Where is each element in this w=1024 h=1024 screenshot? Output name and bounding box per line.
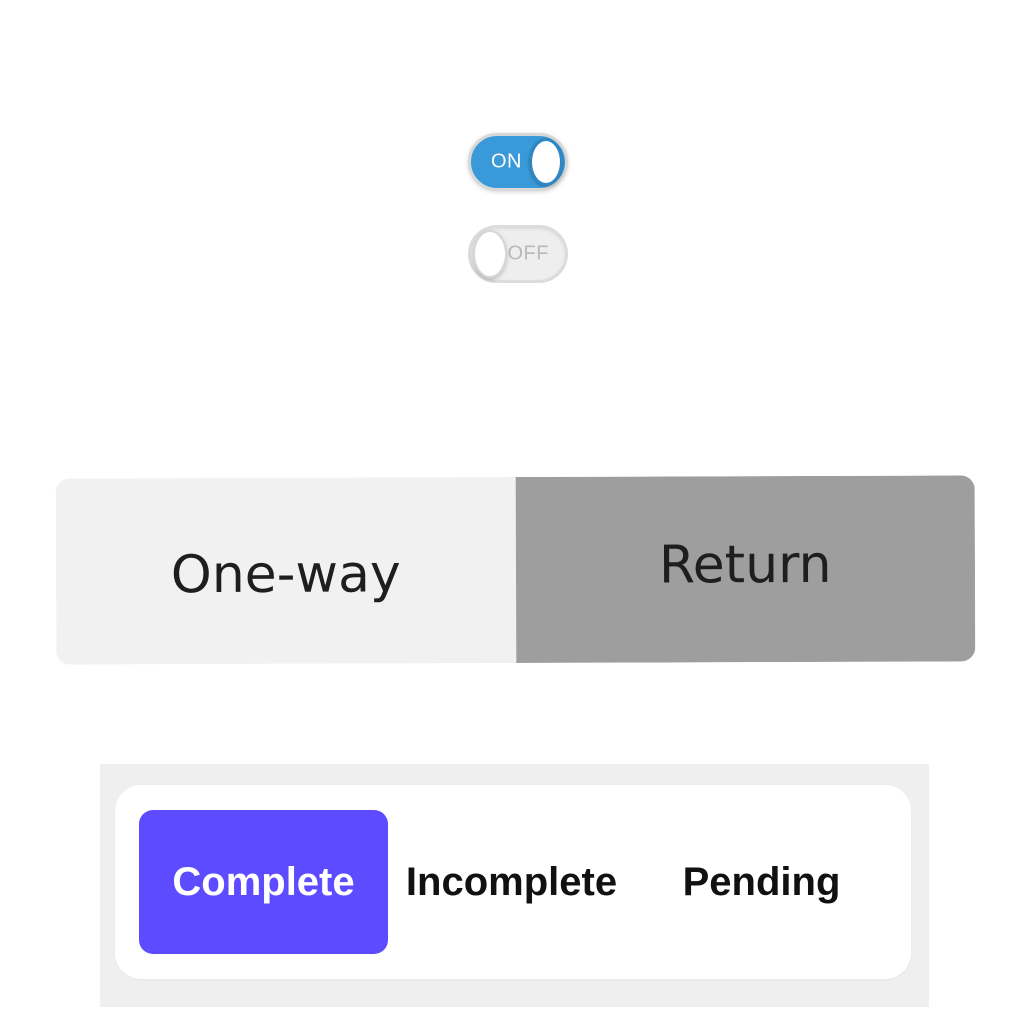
toggle-off-label: OFF <box>507 242 549 265</box>
canvas: ON OFF One-way Return Complete Incomplet… <box>0 0 1024 1024</box>
segment-pending[interactable]: Pending <box>637 810 886 954</box>
status-segmented-control: Complete Incomplete Pending <box>115 785 911 979</box>
segment-one-way-label: One-way <box>170 544 401 606</box>
toggle-on-label: ON <box>491 150 522 173</box>
status-filter-container: Complete Incomplete Pending <box>100 764 929 1007</box>
segment-incomplete[interactable]: Incomplete <box>387 810 636 954</box>
segment-pending-label: Pending <box>682 859 841 904</box>
segment-complete[interactable]: Complete <box>139 810 388 954</box>
toggle-switch-on[interactable]: ON <box>468 133 568 191</box>
segment-return-label: Return <box>658 534 832 596</box>
segment-complete-label: Complete <box>172 859 355 904</box>
toggle-knob-icon <box>529 138 563 186</box>
trip-type-segmented-control: One-way Return <box>55 475 976 665</box>
toggle-knob-icon <box>473 230 507 278</box>
segment-return[interactable]: Return <box>515 475 976 663</box>
segment-one-way[interactable]: One-way <box>55 477 516 665</box>
toggle-switch-off[interactable]: OFF <box>468 225 568 283</box>
segment-incomplete-label: Incomplete <box>405 859 618 904</box>
